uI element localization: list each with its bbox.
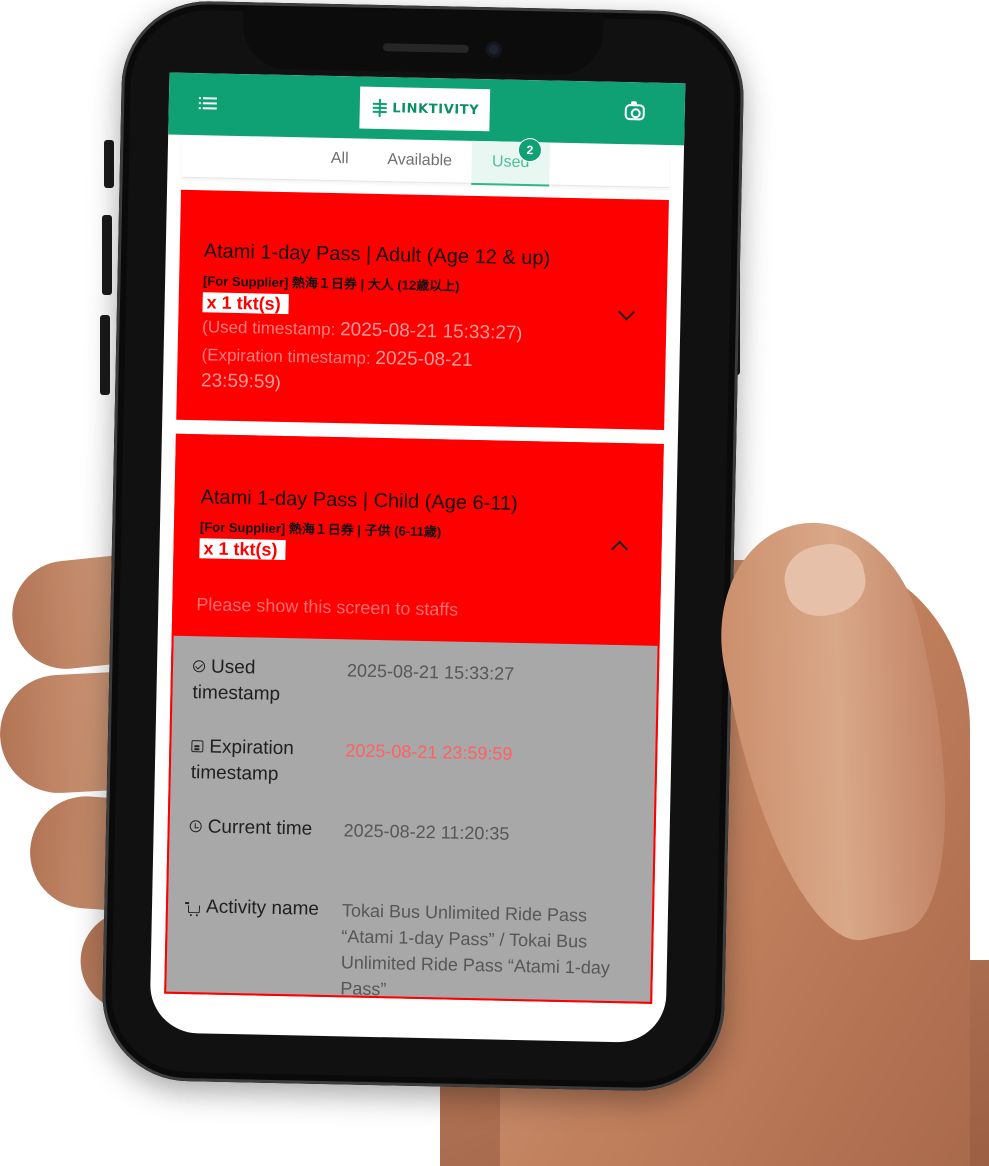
- tab-available[interactable]: Available: [379, 139, 460, 183]
- menu-icon[interactable]: [198, 96, 217, 110]
- used-timestamp-value: 2025-08-21 15:33:27: [339, 319, 517, 344]
- expiration-time-value: 23:59:59: [200, 370, 276, 393]
- linktivity-logo-icon: [370, 98, 388, 117]
- chevron-up-icon[interactable]: [611, 540, 629, 558]
- phone-volume-down-button: [100, 315, 110, 395]
- detail-value: 2025-08-22 11:20:35: [343, 820, 510, 844]
- app-header: LINKTIVITY: [168, 72, 686, 146]
- used-timestamp-line: (Used timestamp: 2025-08-21 15:33:27): [202, 316, 522, 345]
- expiration-timestamp-line: (Expiration timestamp: 2025-08-21: [201, 344, 472, 372]
- detail-value: 2025-08-21 23:59:59: [345, 740, 513, 764]
- brand-logo: LINKTIVITY: [359, 86, 491, 132]
- tab-all[interactable]: All: [321, 138, 358, 181]
- ticket-supplier-label: [For Supplier] 熱海１日券 | 子供 (6-11歳): [199, 519, 442, 540]
- cart-icon: [187, 905, 201, 914]
- ticket-quantity: x 1 tkt(s): [202, 292, 289, 315]
- speaker-grille: [382, 43, 469, 53]
- detail-row-activity: Activity name Tokai Bus Unlimited Ride P…: [166, 890, 652, 1020]
- detail-label: Used timestamp: [192, 656, 281, 705]
- detail-value: 2025-08-21 15:33:27: [346, 660, 515, 684]
- detail-row-current: Current time 2025-08-22 11:20:35: [168, 810, 654, 900]
- expiration-timestamp-label: (Expiration timestamp:: [201, 345, 376, 368]
- detail-row-used: Used timestamp 2025-08-21 15:33:27: [172, 650, 658, 740]
- detail-label: Activity name: [187, 894, 329, 923]
- expiration-timestamp-close: ): [274, 372, 281, 392]
- used-timestamp-close: ): [516, 323, 523, 343]
- brand-name: LINKTIVITY: [392, 100, 480, 118]
- detail-value: Tokai Bus Unlimited Ride Pass “Atami 1-d…: [340, 900, 611, 1000]
- detail-label: Current time: [189, 814, 330, 843]
- ticket-card-adult[interactable]: Atami 1-day Pass | Adult (Age 12 & up) […: [176, 189, 669, 430]
- clock-icon: [189, 820, 202, 833]
- ticket-card-child[interactable]: Atami 1-day Pass | Child (Age 6-11) [For…: [164, 433, 664, 1004]
- ticket-supplier-label: [For Supplier] 熱海１日券 | 大人 (12歳以上): [202, 273, 460, 294]
- calendar-icon: [191, 740, 204, 753]
- show-staff-notice: Please show this screen to staffs: [196, 594, 459, 620]
- ticket-filter-tabs: All Available Used 2: [181, 134, 671, 189]
- used-timestamp-label: (Used timestamp:: [201, 317, 341, 340]
- ticket-title: Atami 1-day Pass | Child (Age 6-11): [200, 486, 518, 515]
- detail-label: Expiration timestamp: [190, 736, 295, 785]
- ticket-quantity: x 1 tkt(s): [199, 538, 286, 561]
- ticket-details-panel: Used timestamp 2025-08-21 15:33:27 Expir…: [166, 635, 658, 1002]
- front-camera: [485, 41, 503, 58]
- ticket-title: Atami 1-day Pass | Adult (Age 12 & up): [203, 240, 551, 270]
- phone-screen: LINKTIVITY All Available Used 2 Atami 1-…: [149, 72, 686, 1044]
- phone-notch: [242, 6, 604, 76]
- expiration-date-value: 2025-08-21: [375, 347, 473, 371]
- detail-row-expiration: Expiration timestamp 2025-08-21 23:59:59: [170, 730, 656, 820]
- phone-silent-switch: [104, 140, 114, 188]
- phone-volume-up-button: [102, 215, 112, 295]
- expiration-timestamp-line-2: 23:59:59): [201, 370, 281, 394]
- chevron-down-icon[interactable]: [618, 303, 636, 321]
- camera-icon[interactable]: [624, 104, 645, 121]
- check-circle-icon: [192, 660, 206, 673]
